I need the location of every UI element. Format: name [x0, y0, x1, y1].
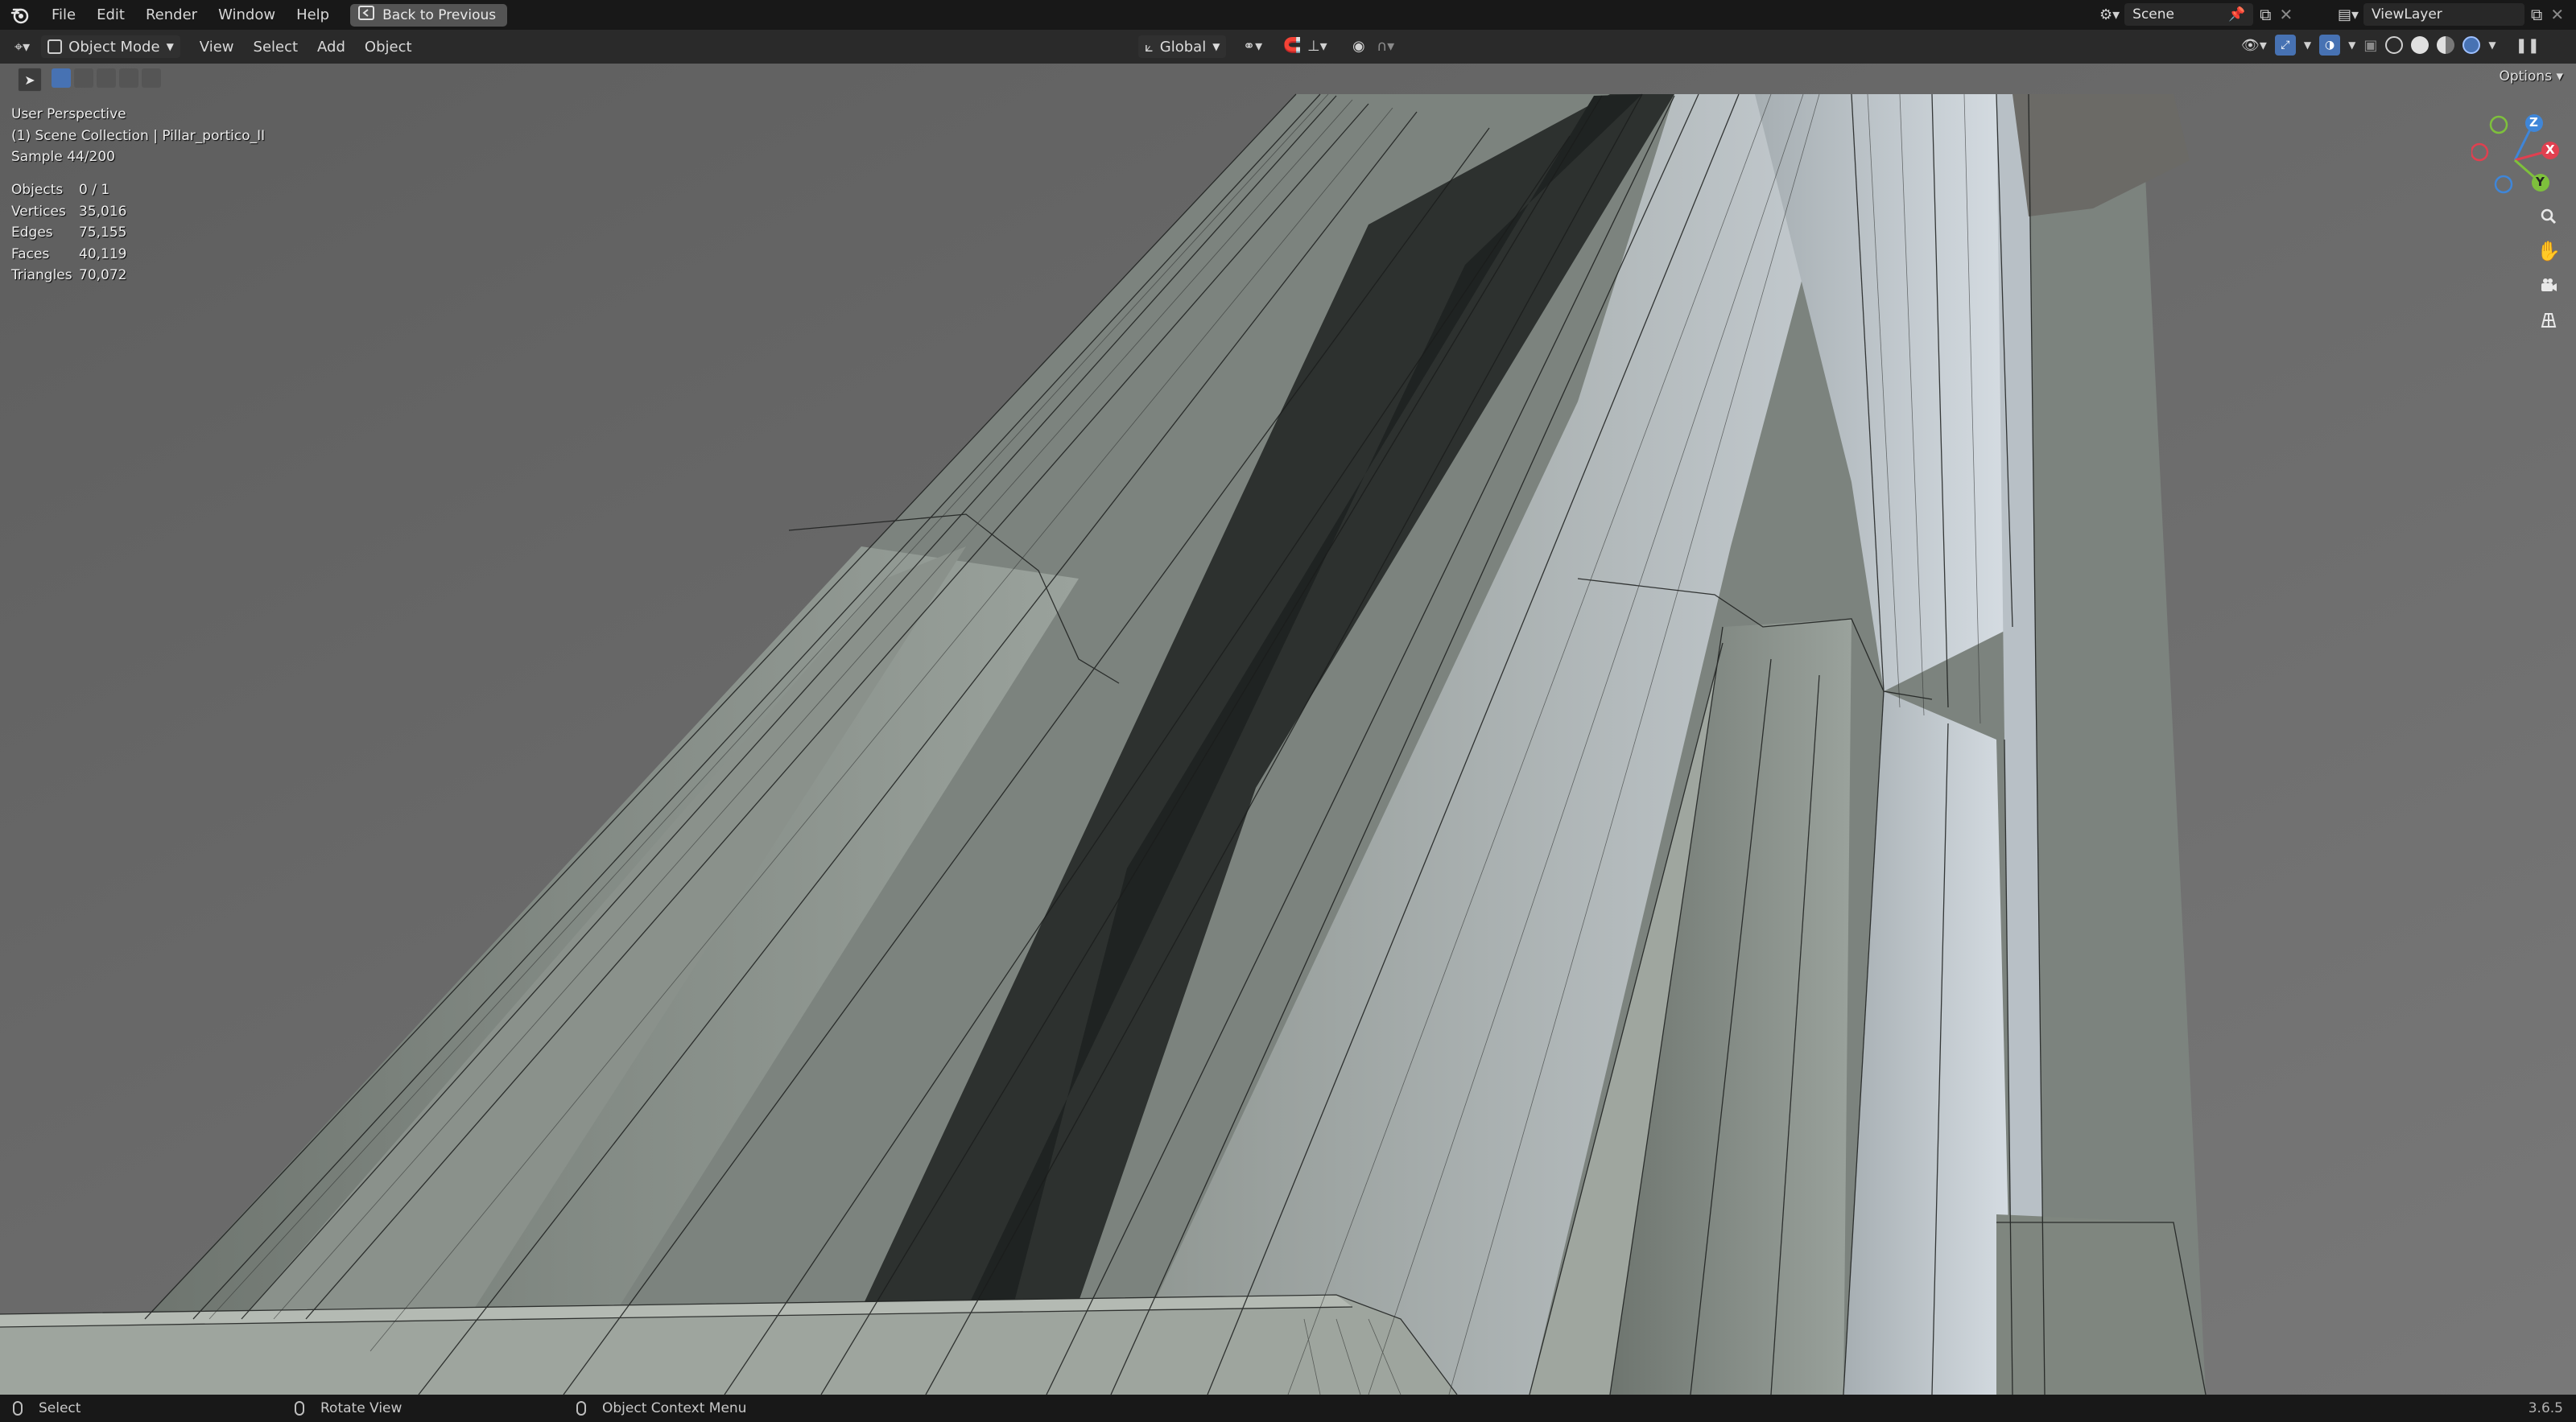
navigation-gizmo[interactable]: Z X Y: [2470, 113, 2562, 204]
overlays-toggle-icon[interactable]: ◑: [2319, 35, 2341, 56]
new-scene-icon[interactable]: ⧉: [2260, 5, 2271, 24]
select-subtract-icon[interactable]: [97, 68, 116, 88]
tool-select-box[interactable]: ➤: [18, 68, 42, 92]
status-context: Object Context Menu: [576, 1400, 746, 1416]
scene-statistics: Objects 0 / 1 Vertices 35,016 Edges 75,155 …: [11, 182, 126, 289]
menu-edit[interactable]: Edit: [97, 6, 125, 23]
menu-select[interactable]: Select: [254, 39, 299, 56]
material-shading-icon[interactable]: [2437, 36, 2455, 54]
stat-row: Objects 0 / 1: [11, 182, 110, 198]
pan-hand-icon[interactable]: ✋: [2534, 237, 2563, 266]
mouse-middle-icon: [295, 1401, 304, 1416]
delete-scene-icon[interactable]: ✕: [2279, 5, 2293, 24]
view-layer-selector[interactable]: ▤▾ ViewLayer ⧉ ✕: [2338, 2, 2564, 27]
new-view-layer-icon[interactable]: ⧉: [2531, 5, 2542, 24]
select-intersect-icon[interactable]: [142, 68, 161, 88]
chevron-down-icon: ▼: [1212, 41, 1220, 52]
status-select: Select: [13, 1400, 80, 1416]
orientation-icon: ⟀: [1145, 38, 1154, 56]
perspective-grid-icon[interactable]: [2534, 306, 2563, 335]
options-dropdown[interactable]: Options ▾: [2499, 68, 2563, 84]
visibility-icon[interactable]: 👁▾: [2241, 37, 2267, 54]
mouse-left-icon: [13, 1401, 23, 1416]
viewport-display-controls: 👁▾ ⤢ ▼ ◑ ▼ ▣ ▼ ❚❚: [2241, 35, 2540, 56]
chevron-down-icon: ▼: [166, 41, 174, 52]
stat-row: Faces 40,119: [11, 245, 127, 262]
object-mode-icon: [47, 39, 63, 54]
pin-icon[interactable]: 📌: [2228, 6, 2245, 23]
shading-menu-icon[interactable]: ▼: [2488, 39, 2496, 51]
proportional-edit-icon[interactable]: ◉: [1352, 38, 1365, 55]
gizmo-menu-icon[interactable]: ▼: [2304, 39, 2311, 51]
top-menu-bar: File Edit Render Window Help Back to Pre…: [0, 0, 2576, 30]
gizmo-y-label: Y: [2536, 175, 2545, 189]
delete-view-layer-icon[interactable]: ✕: [2550, 5, 2564, 24]
status-rotate-label: Rotate View: [320, 1400, 402, 1416]
version-label: 3.6.5: [2528, 1400, 2563, 1416]
solid-shading-icon[interactable]: [2411, 36, 2429, 54]
scene-selector[interactable]: ⚙▾ Scene 📌 ⧉ ✕: [2099, 2, 2293, 27]
status-bar: Select Rotate View Object Context Menu 3…: [0, 1395, 2576, 1422]
scene-name[interactable]: Scene: [2132, 6, 2174, 23]
3d-viewport[interactable]: ➤ Options ▾ User Perspective (1) Scene C…: [0, 64, 2576, 1395]
cursor-arrow-icon: ➤: [24, 72, 35, 88]
editor-type-icon[interactable]: ⌖▾: [14, 39, 30, 56]
options-label: Options: [2499, 68, 2553, 84]
pause-render-icon[interactable]: ❚❚: [2516, 37, 2540, 54]
orientation-label: Global: [1159, 38, 1207, 56]
pivot-point-icon[interactable]: ⚭▾: [1243, 38, 1262, 55]
xray-toggle-icon[interactable]: ▣: [2363, 37, 2377, 54]
snap-target-icon[interactable]: ⊥▾: [1307, 38, 1327, 55]
select-invert-icon[interactable]: [119, 68, 138, 88]
viewport-sample-label: Sample 44/200: [11, 149, 115, 165]
status-rotate: Rotate View: [295, 1400, 402, 1416]
overlays-menu-icon[interactable]: ▼: [2348, 39, 2355, 51]
select-new-icon[interactable]: [52, 68, 71, 88]
stat-row: Vertices 35,016: [11, 203, 127, 220]
gizmo-z-label: Z: [2529, 115, 2538, 130]
menu-view[interactable]: View: [200, 39, 234, 56]
menu-add[interactable]: Add: [317, 39, 345, 56]
view-layer-name[interactable]: ViewLayer: [2372, 6, 2442, 23]
view-layer-icon: ▤▾: [2338, 6, 2359, 23]
back-icon: [358, 6, 375, 24]
rendered-shading-icon[interactable]: [2462, 36, 2481, 54]
transform-orientation-dropdown[interactable]: ⟀ Global ▼: [1138, 35, 1227, 58]
pillar-render: [0, 64, 2576, 1395]
status-select-label: Select: [39, 1400, 81, 1416]
wireframe-shading-icon[interactable]: [2385, 36, 2404, 54]
menu-window[interactable]: Window: [218, 6, 275, 23]
selection-modes: [52, 68, 161, 88]
snap-toggle-icon[interactable]: 🧲: [1283, 37, 1301, 54]
status-context-label: Object Context Menu: [602, 1400, 747, 1416]
mouse-right-icon: [576, 1401, 586, 1416]
stat-row: Edges 75,155: [11, 225, 127, 241]
gizmo-x-label: X: [2545, 142, 2555, 157]
zoom-icon[interactable]: [2534, 202, 2563, 231]
mode-dropdown[interactable]: Object Mode ▼: [41, 35, 180, 58]
viewport-perspective-label: User Perspective: [11, 106, 126, 122]
select-extend-icon[interactable]: [74, 68, 93, 88]
blender-logo-icon[interactable]: [10, 5, 31, 26]
camera-view-icon[interactable]: [2534, 271, 2563, 300]
gizmo-toggle-icon[interactable]: ⤢: [2274, 35, 2296, 56]
menu-file[interactable]: File: [52, 6, 76, 23]
back-to-previous-button[interactable]: Back to Previous: [350, 3, 508, 27]
viewport-collection-label: (1) Scene Collection | Pillar_portico_II: [11, 128, 266, 144]
menu-object[interactable]: Object: [365, 39, 412, 56]
scene-icon: ⚙▾: [2099, 6, 2120, 23]
back-to-previous-label: Back to Previous: [382, 6, 497, 23]
viewport-header: ⌖▾ Object Mode ▼ View Select Add Object …: [0, 30, 2576, 64]
mode-label: Object Mode: [68, 38, 160, 56]
falloff-icon[interactable]: ∩▾: [1377, 38, 1394, 55]
menu-render[interactable]: Render: [146, 6, 197, 23]
menu-help[interactable]: Help: [296, 6, 329, 23]
stat-row: Triangles 70,072: [11, 267, 127, 283]
